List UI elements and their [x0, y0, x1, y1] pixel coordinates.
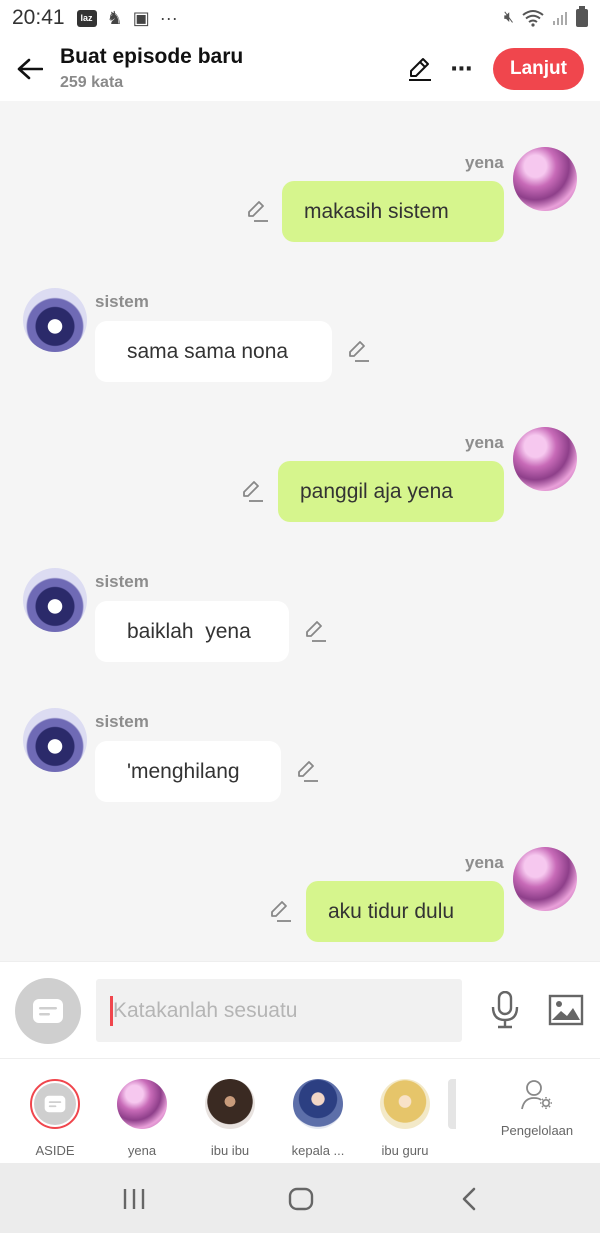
edit-title-button[interactable] [405, 54, 435, 84]
speaker-name: sistem [95, 572, 149, 591]
wifi-icon [522, 10, 544, 27]
message-bubble[interactable]: sama sama nona [95, 321, 332, 382]
microphone-button[interactable] [485, 990, 525, 1030]
message-input[interactable]: Katakanlah sesuatu [96, 979, 462, 1042]
message-input-placeholder: Katakanlah sesuatu [113, 998, 298, 1022]
character-label: yena [127, 1143, 157, 1158]
more-notifications-icon: ··· [159, 8, 178, 28]
ibu-ibu-avatar [205, 1079, 255, 1129]
chevron-left-icon [462, 1187, 476, 1211]
edit-message-icon[interactable] [303, 619, 327, 643]
signal-icon [553, 12, 567, 25]
system-nav-bar [0, 1163, 600, 1233]
speaker-name: sistem [95, 712, 149, 731]
character-ibu-ibu[interactable]: ibu ibu [190, 1079, 270, 1158]
character-yena[interactable]: yena [102, 1079, 182, 1158]
message-bubble[interactable]: makasih sistem [282, 181, 504, 242]
character-bar: ASIDE yena ibu ibu kepala ... ibu guru P… [0, 1059, 600, 1163]
edit-message-icon[interactable] [268, 899, 292, 923]
message-box-icon [44, 1095, 66, 1113]
character-label: ASIDE [35, 1143, 75, 1158]
battery-icon [576, 6, 588, 27]
page-title: Buat episode baru [60, 45, 244, 68]
recent-apps-button[interactable] [119, 1185, 149, 1213]
sistem-avatar[interactable] [23, 288, 87, 352]
aside-toggle-button[interactable] [15, 978, 81, 1044]
message-bubble[interactable]: 'menghilang [95, 741, 281, 802]
sistem-avatar[interactable] [23, 568, 87, 632]
sistem-avatar[interactable] [23, 708, 87, 772]
management-label: Pengelolaan [500, 1123, 574, 1138]
partial-avatar [448, 1079, 456, 1129]
message-bubble[interactable]: panggil aja yena [278, 461, 504, 522]
character-label: ibu guru [381, 1143, 429, 1158]
kepala-avatar [293, 1079, 343, 1129]
app-notification-icon: ♞ [106, 8, 123, 28]
yena-avatar[interactable] [513, 427, 577, 491]
character-management-button[interactable]: Pengelolaan [494, 1079, 580, 1138]
edit-message-icon[interactable] [295, 759, 319, 783]
image-button[interactable] [546, 990, 586, 1030]
clock: 20:41 [12, 6, 65, 29]
character-more-partial[interactable] [432, 1079, 472, 1129]
home-icon [288, 1187, 314, 1211]
yena-avatar [117, 1079, 167, 1129]
character-label: ibu ibu [210, 1143, 250, 1158]
user-settings-icon [521, 1080, 552, 1110]
back-button[interactable] [0, 36, 60, 101]
speaker-name: yena [465, 153, 504, 172]
edit-message-icon[interactable] [346, 339, 370, 363]
character-label: kepala ... [291, 1143, 345, 1158]
chat-area[interactable]: yena makasih sistem sistem sama sama non… [0, 101, 600, 961]
yena-avatar[interactable] [513, 847, 577, 911]
arrow-left-icon [17, 58, 43, 79]
speaker-name: yena [465, 853, 504, 872]
image-notification-icon: ▣ [132, 8, 150, 28]
edit-message-icon[interactable] [240, 479, 264, 503]
pencil-icon [409, 57, 431, 81]
status-bar: 20:41 laz ♞ ▣ ··· 🔇︎ [0, 0, 600, 36]
more-options-button[interactable]: ⋯ [447, 54, 477, 84]
next-button[interactable]: Lanjut [493, 47, 584, 90]
character-aside[interactable]: ASIDE [15, 1079, 95, 1158]
edit-message-icon[interactable] [245, 199, 269, 223]
microphone-icon [491, 991, 519, 1029]
image-icon [548, 994, 584, 1026]
composer-bar: Katakanlah sesuatu [0, 961, 600, 1059]
lazada-notification-icon: laz [76, 9, 97, 27]
recent-apps-icon [123, 1189, 145, 1209]
word-count: 259 kata [60, 74, 124, 91]
system-back-button[interactable] [454, 1185, 484, 1213]
mute-icon: 🔇︎ [503, 9, 514, 26]
app-header: Buat episode baru 259 kata ⋯ Lanjut [0, 36, 600, 101]
message-box-icon [33, 999, 63, 1023]
ibu-guru-avatar [380, 1079, 430, 1129]
yena-avatar[interactable] [513, 147, 577, 211]
speaker-name: yena [465, 433, 504, 452]
message-bubble[interactable]: aku tidur dulu [306, 881, 504, 942]
aside-avatar [30, 1079, 80, 1129]
home-button[interactable] [286, 1185, 316, 1213]
character-kepala[interactable]: kepala ... [278, 1079, 358, 1158]
speaker-name: sistem [95, 292, 149, 311]
message-bubble[interactable]: baiklah yena [95, 601, 289, 662]
